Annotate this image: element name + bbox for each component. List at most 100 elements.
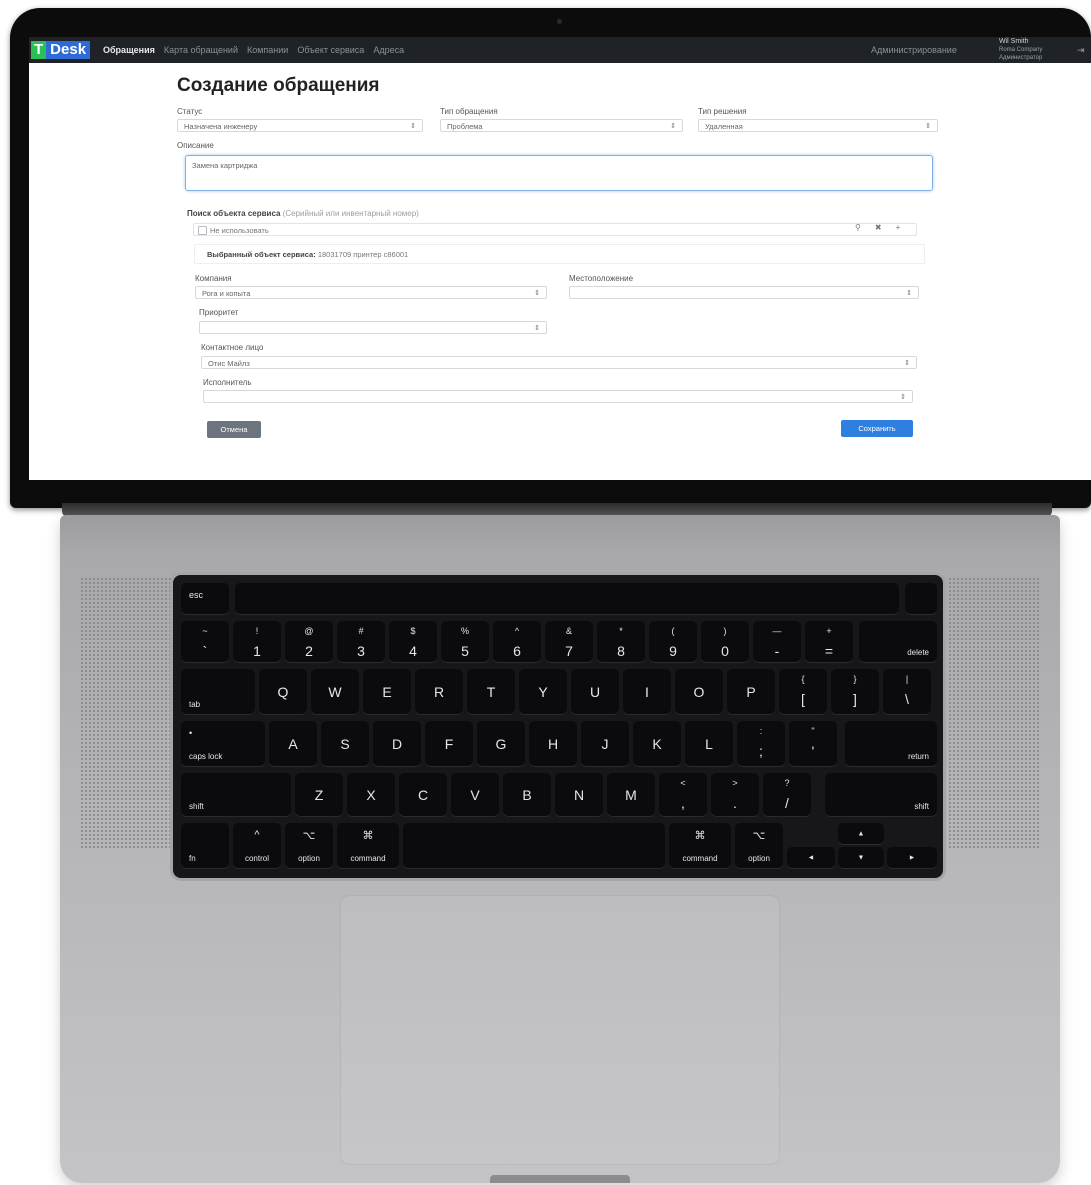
nav-item-service-object[interactable]: Объект сервиса	[297, 45, 364, 55]
key-row1-9[interactable]: (9	[649, 621, 697, 663]
key-p[interactable]: P	[727, 669, 775, 715]
trackpad[interactable]	[340, 895, 780, 1165]
logo-t: T	[31, 41, 47, 59]
speaker-grille-right	[948, 577, 1040, 849]
logout-icon[interactable]: ⇥	[1077, 45, 1085, 56]
executor-select[interactable]: ⇕	[203, 390, 913, 403]
object-search-hint: (Серийный или инвентарный номер)	[282, 209, 419, 218]
object-search-input[interactable]: Не использовать	[193, 223, 917, 236]
key-bracket-0[interactable]: {[	[779, 669, 827, 715]
nav-item-requests[interactable]: Обращения	[103, 45, 155, 55]
description-textarea[interactable]: Замена картриджа	[185, 155, 933, 191]
key-punct-0[interactable]: :;	[737, 721, 785, 767]
key-w[interactable]: W	[311, 669, 359, 715]
key-e[interactable]: E	[363, 669, 411, 715]
priority-select[interactable]: ⇕	[199, 321, 547, 334]
key-s[interactable]: S	[321, 721, 369, 767]
nav-item-addresses[interactable]: Адреса	[373, 45, 404, 55]
key-row1-3[interactable]: #3	[337, 621, 385, 663]
key-row1-11[interactable]: — -	[753, 621, 801, 663]
key-row1-0[interactable]: ~ `	[181, 621, 229, 663]
key-esc[interactable]: esc	[181, 583, 229, 615]
key-space[interactable]	[403, 823, 665, 869]
key-row1-7[interactable]: & 7	[545, 621, 593, 663]
key-tab[interactable]: tab	[181, 669, 255, 715]
key-tab-label: tab	[189, 700, 201, 709]
type-value: Проблема	[447, 122, 483, 131]
key-row1-8[interactable]: * 8	[597, 621, 645, 663]
key-return[interactable]: return	[845, 721, 937, 767]
key-delete[interactable]: delete	[859, 621, 937, 663]
key-option-right[interactable]: ⌥ option	[735, 823, 783, 869]
key-z[interactable]: Z	[295, 773, 343, 817]
key-j[interactable]: J	[581, 721, 629, 767]
key-row1-1[interactable]: ! 1	[233, 621, 281, 663]
key-arrow-down[interactable]: ▼	[838, 847, 884, 869]
key-bracket-2[interactable]: | \	[883, 669, 931, 715]
key-row1-10[interactable]: ) 0	[701, 621, 749, 663]
key-n[interactable]: N	[555, 773, 603, 817]
nav-item-administration[interactable]: Администрирование	[871, 45, 957, 55]
save-button[interactable]: Сохранить	[841, 420, 913, 437]
key-command-right[interactable]: ⌘ command	[669, 823, 731, 869]
key-d[interactable]: D	[373, 721, 421, 767]
key-shift-left[interactable]: shift	[181, 773, 291, 817]
nav-item-request-map[interactable]: Карта обращений	[164, 45, 238, 55]
key-v[interactable]: V	[451, 773, 499, 817]
key-arrow-left[interactable]: ◄	[787, 847, 835, 869]
key-l[interactable]: L	[685, 721, 733, 767]
cancel-button[interactable]: Отмена	[207, 421, 261, 438]
key-m[interactable]: M	[607, 773, 655, 817]
key-g[interactable]: G	[477, 721, 525, 767]
type-select[interactable]: Проблема ⇕	[440, 119, 683, 132]
key-caps-lock[interactable]: • caps lock	[181, 721, 265, 767]
key-punct-r4-2[interactable]: ? /	[763, 773, 811, 817]
not-use-checkbox[interactable]	[198, 226, 207, 235]
key-c[interactable]: C	[399, 773, 447, 817]
touch-id-key[interactable]	[905, 583, 937, 615]
location-select[interactable]: ⇕	[569, 286, 919, 299]
key-command-left[interactable]: ⌘ command	[337, 823, 399, 869]
key-control[interactable]: ^ control	[233, 823, 281, 869]
touch-bar[interactable]	[235, 583, 899, 615]
key-punct-r4-1[interactable]: >.	[711, 773, 759, 817]
key-k[interactable]: K	[633, 721, 681, 767]
key-f[interactable]: F	[425, 721, 473, 767]
app-logo[interactable]: T Desk	[31, 41, 91, 59]
key-shift-right[interactable]: shift	[825, 773, 937, 817]
key-o[interactable]: O	[675, 669, 723, 715]
key-h[interactable]: H	[529, 721, 577, 767]
key-arrow-up[interactable]: ▲	[838, 823, 884, 845]
key-letter: N	[573, 787, 585, 803]
key-a[interactable]: A	[269, 721, 317, 767]
key-bottom-char: 3	[357, 643, 365, 659]
key-y[interactable]: Y	[519, 669, 567, 715]
key-fn[interactable]: fn	[181, 823, 229, 869]
key-x[interactable]: X	[347, 773, 395, 817]
key-i[interactable]: I	[623, 669, 671, 715]
key-q[interactable]: Q	[259, 669, 307, 715]
key-punct-r4-0[interactable]: <,	[659, 773, 707, 817]
status-select[interactable]: Назначена инженеру ⇕	[177, 119, 423, 132]
key-arrow-right[interactable]: ►	[887, 847, 937, 869]
key-t[interactable]: T	[467, 669, 515, 715]
key-option-left[interactable]: ⌥ option	[285, 823, 333, 869]
key-punct-1[interactable]: " '	[789, 721, 837, 767]
search-icon[interactable]: ⚲	[855, 223, 861, 232]
contact-select[interactable]: Отис Майлз ⇕	[201, 356, 917, 369]
key-bracket-1[interactable]: }]	[831, 669, 879, 715]
key-row1-2[interactable]: @2	[285, 621, 333, 663]
close-icon[interactable]: ✖	[875, 223, 882, 232]
company-select[interactable]: Рога и копыта ⇕	[195, 286, 547, 299]
user-info[interactable]: Wil Smith Roma Company Администратор	[999, 37, 1059, 64]
key-row1-6[interactable]: ^ 6	[493, 621, 541, 663]
key-row1-12[interactable]: + =	[805, 621, 853, 663]
key-r[interactable]: R	[415, 669, 463, 715]
key-b[interactable]: B	[503, 773, 551, 817]
key-u[interactable]: U	[571, 669, 619, 715]
nav-item-companies[interactable]: Компании	[247, 45, 288, 55]
key-row1-4[interactable]: $4	[389, 621, 437, 663]
add-icon[interactable]: +	[896, 223, 901, 232]
key-row1-5[interactable]: % 5	[441, 621, 489, 663]
resolution-select[interactable]: Удаленная ⇕	[698, 119, 938, 132]
